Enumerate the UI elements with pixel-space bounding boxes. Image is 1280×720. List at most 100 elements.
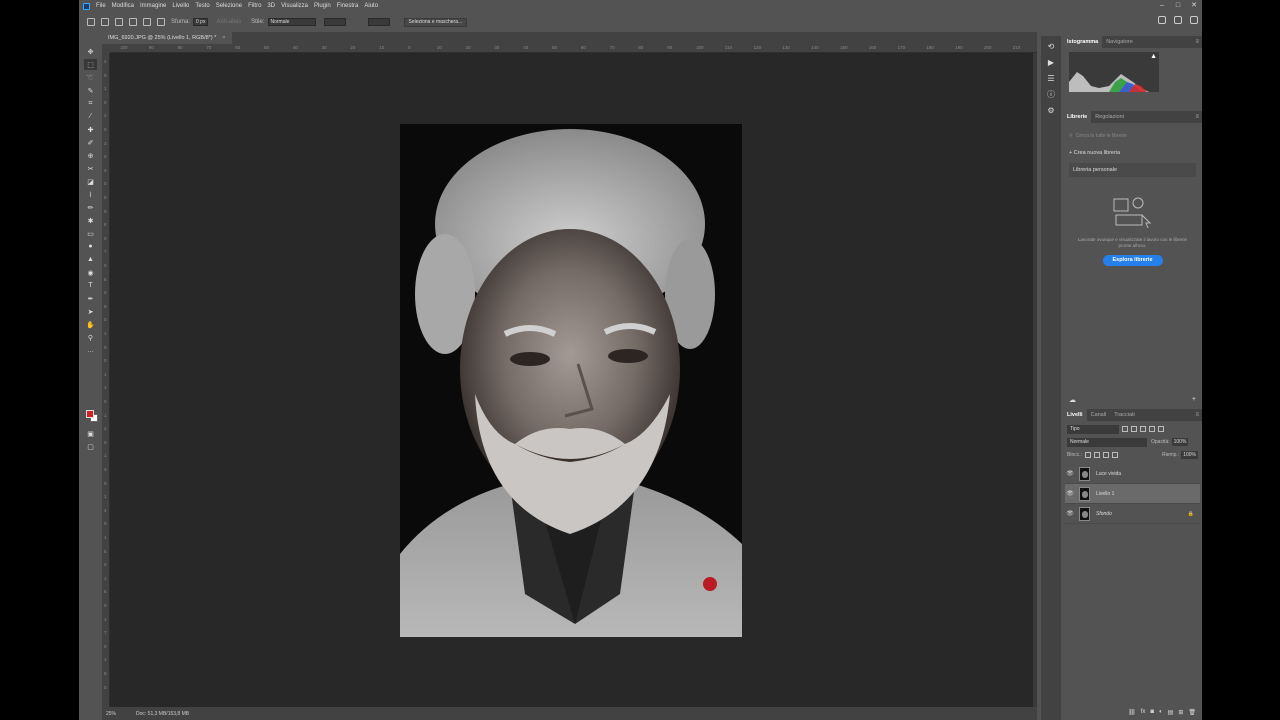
fill-input[interactable]: 100% (1181, 451, 1198, 459)
canvas-area[interactable] (110, 53, 1033, 707)
intersect-selection-icon[interactable] (157, 18, 165, 26)
healing-brush-tool-icon[interactable]: ✚ (84, 124, 97, 135)
lasso-tool-icon[interactable]: ➰ (84, 72, 97, 83)
history-brush-tool-icon[interactable]: ✂ (84, 163, 97, 174)
adjustment-layer-icon[interactable]: ◐ (1159, 709, 1163, 715)
home-icon[interactable] (87, 18, 95, 26)
crop-tool-icon[interactable]: ⌗ (84, 98, 97, 109)
lock-pixels-icon[interactable] (1094, 452, 1101, 458)
portrait-image[interactable] (400, 124, 742, 637)
layer-row-luce-vivida[interactable]: 👁 Luce vivida (1065, 464, 1200, 484)
tab-regolazioni[interactable]: Regolazioni (1091, 111, 1128, 123)
layer-style-icon[interactable]: fx (1141, 709, 1146, 715)
spot-heal-icon[interactable]: ✱ (84, 215, 97, 226)
explore-libraries-button[interactable]: Esplora librerie (1102, 255, 1163, 266)
type-tool-icon[interactable]: T (84, 280, 97, 291)
layer-kind-filter[interactable]: Tipo (1067, 424, 1119, 434)
tab-librerie[interactable]: Librerie (1063, 111, 1092, 123)
visibility-eye-icon[interactable]: 👁 (1065, 510, 1075, 517)
screen-mode-icon[interactable]: ▢ (84, 441, 97, 452)
lock-position-icon[interactable] (1103, 452, 1110, 458)
add-element-icon[interactable]: + (1192, 396, 1196, 408)
cloud-icon[interactable]: ☁ (1069, 396, 1076, 408)
maximize-icon[interactable]: □ (1170, 0, 1186, 12)
link-layers-icon[interactable]: ⛓ (1128, 709, 1136, 716)
zoom-tool-icon[interactable]: ⚲ (84, 332, 97, 343)
style-select[interactable]: Normale (267, 18, 316, 26)
height-input[interactable] (367, 18, 390, 26)
clone-stamp-tool-icon[interactable]: ⊕ (84, 150, 97, 161)
new-selection-icon[interactable] (115, 18, 123, 26)
path-select-tool-icon[interactable]: ➤ (84, 306, 97, 317)
menu-immagine[interactable]: Immagine (140, 3, 166, 9)
shape-filter-icon[interactable] (1149, 426, 1155, 432)
blend-mode-select[interactable]: Normale (1067, 437, 1147, 447)
pixel-filter-icon[interactable] (1122, 426, 1128, 432)
tab-livelli[interactable]: Livelli (1063, 409, 1087, 421)
select-and-mask-button[interactable]: Seleziona e maschera... (403, 17, 468, 27)
adjustment-filter-icon[interactable] (1131, 426, 1137, 432)
menu-finestra[interactable]: Finestra (337, 3, 359, 9)
menu-modifica[interactable]: Modifica (112, 3, 134, 9)
adjustments-icon[interactable]: ☰ (1046, 74, 1056, 84)
menu-3d[interactable]: 3D (267, 3, 275, 9)
zoom-level[interactable]: 25% (106, 711, 116, 717)
marquee-preset-icon[interactable] (101, 18, 109, 26)
info-icon[interactable]: ⓘ (1046, 90, 1056, 100)
search-icon[interactable] (1158, 16, 1166, 24)
minimize-icon[interactable]: – (1154, 0, 1170, 12)
menu-plugin[interactable]: Plugin (314, 3, 331, 9)
layer-row-sfondo[interactable]: 👁 Sfondo 🔒 (1065, 504, 1200, 524)
opacity-input[interactable]: 100% (1171, 438, 1189, 446)
new-layer-icon[interactable]: ⊞ (1178, 709, 1183, 716)
pencil-tool-icon[interactable]: ✏ (84, 202, 97, 213)
workspace-icon[interactable] (1174, 16, 1182, 24)
panel-menu-icon[interactable]: ≡ (1195, 114, 1199, 120)
close-tab-icon[interactable]: × (222, 35, 225, 41)
tab-tracciati[interactable]: Tracciati (1110, 409, 1139, 421)
smart-object-filter-icon[interactable] (1158, 426, 1164, 432)
width-input[interactable] (323, 18, 346, 26)
lock-all-icon[interactable] (1112, 452, 1119, 458)
canvas-scrollbar[interactable] (1033, 53, 1037, 707)
swap-icon[interactable] (354, 18, 362, 26)
more-tools-icon[interactable]: … (84, 345, 97, 356)
mixer-brush-icon[interactable]: ⌇ (84, 189, 97, 200)
antialias-checkbox[interactable]: Anti-alias (216, 19, 241, 25)
brush-tool-icon[interactable]: ✐ (84, 137, 97, 148)
gradient-tool-icon[interactable]: ▭ (84, 228, 97, 239)
delete-layer-icon[interactable]: 🗑 (1188, 709, 1196, 716)
menu-filtro[interactable]: Filtro (248, 3, 261, 9)
add-mask-icon[interactable]: ◙ (1150, 709, 1154, 715)
properties-icon[interactable]: ⚙ (1046, 106, 1056, 116)
close-icon[interactable]: ✕ (1186, 0, 1202, 12)
tab-canali[interactable]: Canali (1087, 409, 1111, 421)
menu-aiuto[interactable]: Aiuto (364, 3, 378, 9)
subtract-selection-icon[interactable] (143, 18, 151, 26)
add-selection-icon[interactable] (129, 18, 137, 26)
menu-file[interactable]: File (96, 3, 106, 9)
share-icon[interactable] (1190, 16, 1198, 24)
histogram-warning-icon[interactable]: ▲ (1150, 53, 1157, 60)
visibility-eye-icon[interactable]: 👁 (1065, 470, 1075, 477)
layer-row-livello-1[interactable]: 👁 Livello 1 (1065, 484, 1200, 504)
create-library-button[interactable]: + Crea nuova libreria (1069, 150, 1196, 156)
tab-navigatore[interactable]: Navigatore (1102, 36, 1137, 48)
menu-visualizza[interactable]: Visualizza (281, 3, 308, 9)
history-icon[interactable]: ⟲ (1046, 42, 1056, 52)
quick-mask-icon[interactable]: ▣ (84, 428, 97, 439)
move-tool-icon[interactable]: ✥ (84, 46, 97, 57)
dodge-tool-icon[interactable]: ◉ (84, 267, 97, 278)
sharpen-tool-icon[interactable]: ▲ (84, 254, 97, 265)
quick-select-tool-icon[interactable]: ✎ (84, 85, 97, 96)
library-search[interactable]: ⚲ Cerca in tutte le librerie (1069, 131, 1196, 141)
menu-testo[interactable]: Testo (195, 3, 209, 9)
type-filter-icon[interactable] (1140, 426, 1146, 432)
actions-play-icon[interactable]: ▶ (1046, 58, 1056, 68)
tab-istogramma[interactable]: Istogramma (1063, 36, 1103, 48)
new-group-icon[interactable]: ▤ (1168, 709, 1174, 716)
menu-livello[interactable]: Livello (172, 3, 189, 9)
panel-menu-icon[interactable]: ≡ (1195, 412, 1199, 418)
foreground-color-swatch[interactable] (86, 410, 94, 418)
hand-tool-icon[interactable]: ✋ (84, 319, 97, 330)
